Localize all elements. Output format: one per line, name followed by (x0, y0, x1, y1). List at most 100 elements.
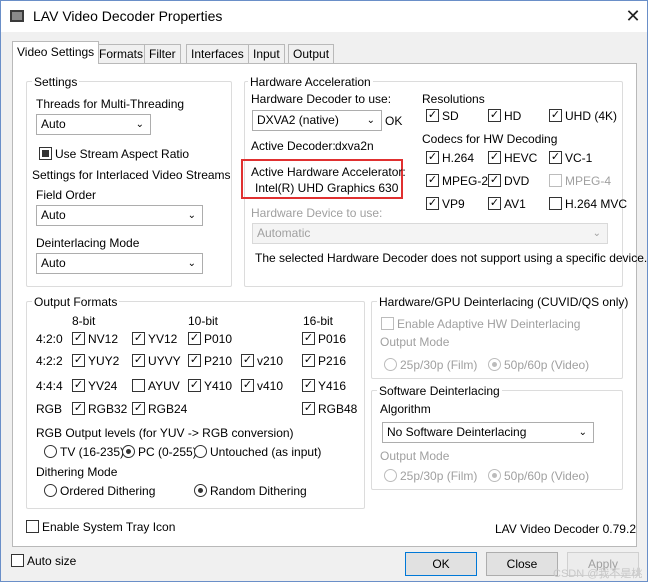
fmt-p210-label: P210 (204, 354, 233, 368)
fmt-y416-checkbox[interactable]: ✓ (302, 379, 315, 392)
row-422-label: 4:2:2 (36, 354, 63, 368)
deint-mode-label: Deinterlacing Mode (36, 236, 140, 250)
rgb-tv-label: TV (16-235) (60, 445, 125, 459)
codec-h264-checkbox[interactable]: ✓ (426, 151, 439, 164)
tab-filter[interactable]: Filter (144, 44, 181, 63)
fmt-v210-checkbox[interactable]: ✓ (241, 354, 254, 367)
codec-h264-label: H.264 (442, 151, 475, 165)
hw-device-select[interactable]: Automatic ⌄ (252, 223, 608, 244)
properties-window: LAV Video Decoder Properties ✕ Video Set… (0, 0, 648, 582)
threads-select[interactable]: Auto ⌄ (36, 114, 151, 135)
fmt-yv12-label: YV12 (148, 332, 178, 346)
codec-mpeg2-label: MPEG-2 (442, 174, 489, 188)
row-rgb-label: RGB (36, 402, 63, 416)
app-icon (10, 10, 24, 22)
tab-formats[interactable]: Formats (94, 44, 149, 63)
codec-dvd-checkbox[interactable]: ✓ (488, 174, 501, 187)
fmt-rgb24-checkbox[interactable]: ✓ (132, 402, 145, 415)
dither-ordered-radio[interactable] (44, 484, 57, 497)
fmt-nv12-checkbox[interactable]: ✓ (72, 332, 85, 345)
sw-video-radio[interactable] (488, 469, 501, 482)
fmt-yuy2-label: YUY2 (88, 354, 120, 368)
res-hd-label: HD (504, 109, 522, 123)
hw-ok-label: OK (385, 114, 403, 128)
ok-button[interactable]: OK (405, 552, 477, 576)
settings-group-title: Settings (32, 75, 80, 89)
fmt-nv12-label: NV12 (88, 332, 119, 346)
tab-video-settings[interactable]: Video Settings (12, 41, 100, 64)
fmt-yuy2-checkbox[interactable]: ✓ (72, 354, 85, 367)
output-formats-title: Output Formats (32, 295, 120, 309)
chevron-down-icon: ⌄ (592, 228, 601, 239)
rgb-pc-radio[interactable] (122, 445, 135, 458)
codec-h264mvc-label: H.264 MVC (565, 197, 628, 211)
stream-aspect-checkbox[interactable] (39, 147, 52, 160)
chevron-down-icon: ⌄ (135, 119, 144, 130)
codec-vc1-checkbox[interactable]: ✓ (549, 151, 562, 164)
codec-av1-checkbox[interactable]: ✓ (488, 197, 501, 210)
interlaced-label: Settings for Interlaced Video Streams (32, 168, 231, 182)
codec-h264mvc-checkbox[interactable] (549, 197, 562, 210)
codec-mpeg4-checkbox[interactable] (549, 174, 562, 187)
codec-mpeg4-label: MPEG-4 (565, 174, 612, 188)
fmt-uyvy-label: UYVY (148, 354, 181, 368)
field-order-label: Field Order (36, 188, 97, 202)
stream-aspect-label: Use Stream Aspect Ratio (55, 147, 190, 161)
tab-output[interactable]: Output (288, 44, 335, 63)
fmt-p010-checkbox[interactable]: ✓ (188, 332, 201, 345)
fmt-y410-checkbox[interactable]: ✓ (188, 379, 201, 392)
threads-value: Auto (41, 117, 66, 131)
hw-decoder-value: DXVA2 (native) (257, 113, 339, 127)
hw-video-radio[interactable] (488, 358, 501, 371)
codec-mpeg2-checkbox[interactable]: ✓ (426, 174, 439, 187)
hw-film-radio[interactable] (384, 358, 397, 371)
fmt-yv24-checkbox[interactable]: ✓ (72, 379, 85, 392)
col-16bit-label: 16-bit (303, 314, 334, 328)
algorithm-value: No Software Deinterlacing (387, 425, 527, 439)
fmt-uyvy-checkbox[interactable]: ✓ (132, 354, 145, 367)
tab-interfaces[interactable]: Interfaces (186, 44, 249, 63)
dither-random-radio[interactable] (194, 484, 207, 497)
dither-label: Dithering Mode (36, 465, 118, 479)
codec-hevc-checkbox[interactable]: ✓ (488, 151, 501, 164)
fmt-p216-checkbox[interactable]: ✓ (302, 354, 315, 367)
watermark: CSDN @我不是桃 (553, 568, 643, 580)
rgb-levels-label: RGB Output levels (for YUV -> RGB conver… (36, 426, 294, 440)
close-button[interactable]: Close (486, 552, 558, 576)
sw-film-radio[interactable] (384, 469, 397, 482)
codec-vc1-label: VC-1 (565, 151, 593, 165)
rgb-tv-radio[interactable] (44, 445, 57, 458)
tray-checkbox[interactable] (26, 520, 39, 533)
hw-video-label: 50p/60p (Video) (504, 358, 590, 372)
field-order-select[interactable]: Auto ⌄ (36, 205, 203, 226)
deint-mode-select[interactable]: Auto ⌄ (36, 253, 203, 274)
fmt-rgb48-checkbox[interactable]: ✓ (302, 402, 315, 415)
close-icon[interactable]: ✕ (621, 5, 645, 27)
adaptive-hw-deint-checkbox[interactable] (381, 317, 394, 330)
codec-vp9-checkbox[interactable]: ✓ (426, 197, 439, 210)
codec-hevc-label: HEVC (504, 151, 538, 165)
hw-output-mode-label: Output Mode (380, 335, 450, 349)
res-sd-checkbox[interactable]: ✓ (426, 109, 439, 122)
fmt-rgb32-checkbox[interactable]: ✓ (72, 402, 85, 415)
res-uhd-checkbox[interactable]: ✓ (549, 109, 562, 122)
tab-input[interactable]: Input (248, 44, 285, 63)
algorithm-select[interactable]: No Software Deinterlacing ⌄ (382, 422, 594, 443)
rgb-untouched-radio[interactable] (194, 445, 207, 458)
fmt-p210-checkbox[interactable]: ✓ (188, 354, 201, 367)
fmt-y416-label: Y416 (318, 379, 347, 393)
chevron-down-icon: ⌄ (366, 115, 375, 126)
chevron-down-icon: ⌄ (187, 210, 196, 221)
res-hd-checkbox[interactable]: ✓ (488, 109, 501, 122)
dither-ordered-label: Ordered Dithering (60, 484, 156, 498)
col-8bit-label: 8-bit (72, 314, 96, 328)
fmt-yv12-checkbox[interactable]: ✓ (132, 332, 145, 345)
fmt-ayuv-checkbox[interactable] (132, 379, 145, 392)
fmt-p216-label: P216 (318, 354, 347, 368)
hw-device-label: Hardware Device to use: (251, 206, 383, 220)
hw-decoder-select[interactable]: DXVA2 (native) ⌄ (252, 110, 382, 131)
autosize-checkbox[interactable] (11, 554, 24, 567)
fmt-v410-checkbox[interactable]: ✓ (241, 379, 254, 392)
fmt-p016-checkbox[interactable]: ✓ (302, 332, 315, 345)
sw-film-label: 25p/30p (Film) (400, 469, 478, 483)
